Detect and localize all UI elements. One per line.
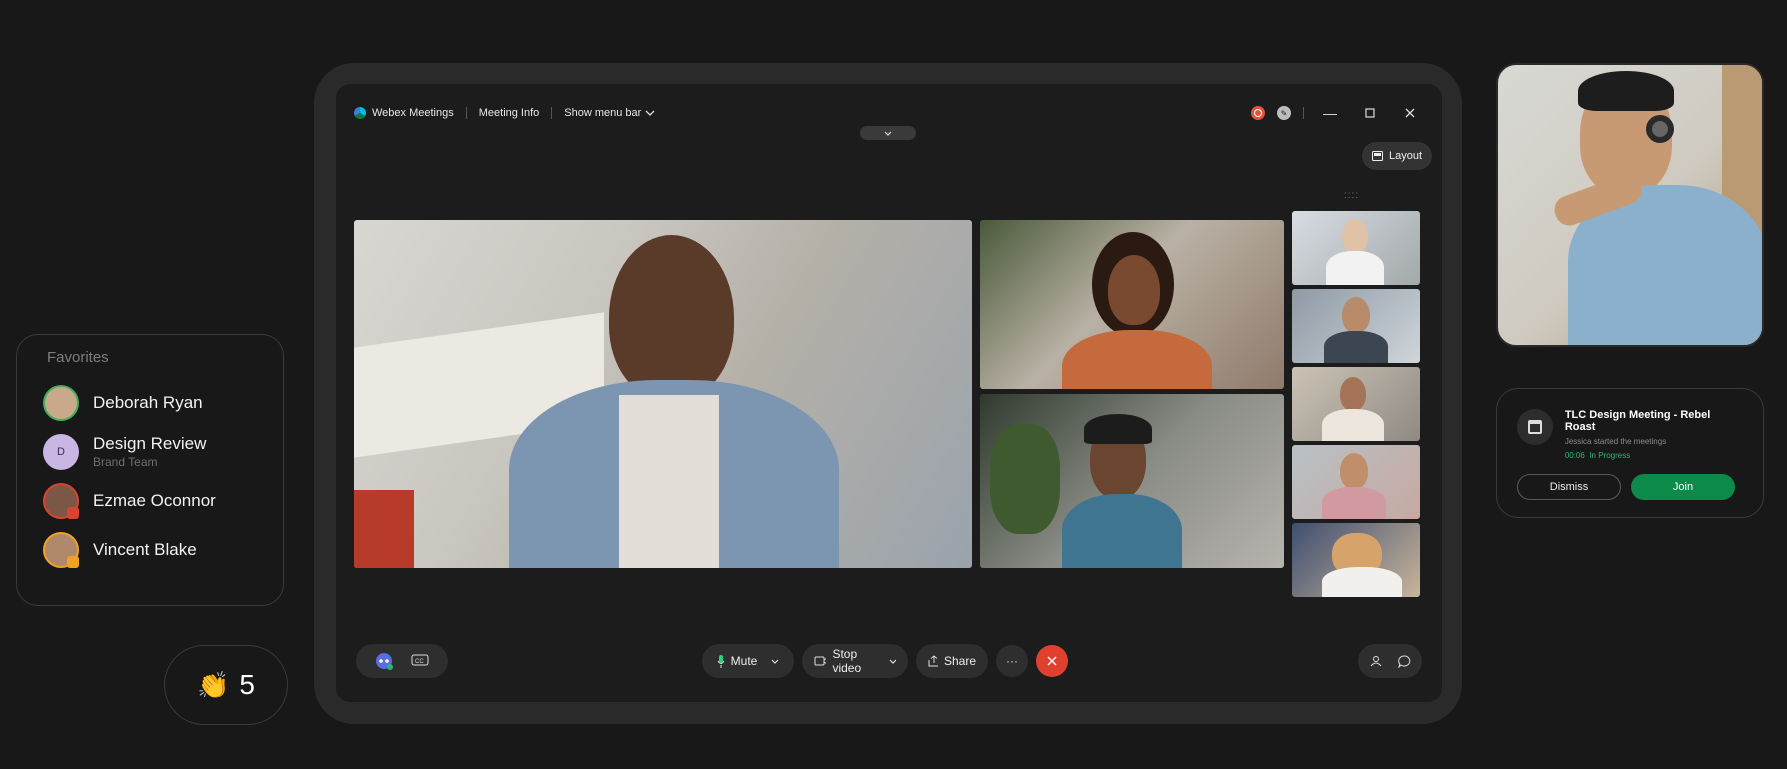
meeting-notification-card: TLC Design Meeting - Rebel Roast Jessica…	[1496, 388, 1764, 518]
webex-logo-icon	[354, 107, 366, 119]
video-camera-icon	[814, 656, 827, 666]
calendar-icon	[1517, 409, 1553, 445]
close-icon	[1405, 108, 1415, 118]
meeting-info-button[interactable]: Meeting Info	[479, 107, 540, 119]
layout-label: Layout	[1388, 150, 1422, 162]
more-icon: ···	[1006, 654, 1018, 668]
end-call-button[interactable]	[1036, 645, 1068, 677]
divider	[551, 107, 553, 119]
closed-captions-icon: CC	[411, 654, 429, 666]
app-title: Webex Meetings	[354, 107, 454, 119]
chevron-down-icon	[889, 659, 896, 664]
show-menu-bar-button[interactable]: Show menu bar	[564, 107, 655, 119]
chat-button[interactable]	[1390, 645, 1418, 677]
avatar	[43, 384, 79, 421]
avatar-initial: D	[57, 445, 65, 458]
collapse-toggle-button[interactable]	[860, 126, 916, 140]
status-badge	[67, 506, 79, 519]
microphone-icon	[717, 654, 725, 668]
favorite-name: Ezmae Oconnor	[93, 490, 216, 510]
participants-button[interactable]	[1362, 645, 1390, 677]
app-name: Webex Meetings	[372, 107, 454, 119]
reaction-badge: 👏 5	[164, 645, 288, 725]
favorite-item[interactable]: Vincent Blake	[41, 525, 259, 574]
favorite-subtitle: Brand Team	[93, 455, 158, 469]
favorite-name: Vincent Blake	[93, 539, 197, 559]
maximize-icon	[1365, 108, 1375, 118]
dismiss-button[interactable]: Dismiss	[1517, 474, 1621, 500]
video-thumbnail[interactable]	[1292, 211, 1420, 285]
layout-button[interactable]: Layout	[1361, 142, 1432, 170]
closed-captions-button[interactable]: CC	[404, 645, 436, 677]
meeting-status-text: In Progress	[1589, 451, 1631, 460]
status-badge	[67, 555, 79, 568]
favorites-panel: Favorites Deborah Ryan D Design Review B…	[16, 334, 284, 606]
meeting-title: TLC Design Meeting - Rebel Roast	[1564, 409, 1711, 433]
meeting-elapsed-time: 00:06	[1564, 451, 1585, 460]
right-controls	[1358, 644, 1422, 678]
minimize-button[interactable]: —	[1316, 103, 1344, 123]
divider	[1303, 107, 1304, 119]
favorite-item[interactable]: Deborah Ryan	[41, 378, 259, 427]
more-options-button[interactable]: ···	[996, 645, 1028, 677]
chevron-down-icon	[645, 110, 655, 116]
video-thumbnail[interactable]	[1292, 367, 1420, 441]
chevron-down-icon	[884, 131, 892, 136]
avatar: D	[43, 433, 79, 470]
video-tile-participant[interactable]	[980, 220, 1284, 389]
favorite-item[interactable]: Ezmae Oconnor	[41, 476, 259, 525]
participants-icon	[1370, 656, 1382, 667]
layout-icon	[1371, 151, 1383, 161]
clapping-hands-icon: 👏	[197, 669, 230, 700]
avatar	[43, 531, 79, 568]
ai-assistant-button[interactable]	[368, 645, 400, 677]
participant-video	[354, 220, 972, 568]
annotate-icon[interactable]: ✎	[1277, 106, 1291, 120]
clap-count: 5	[239, 669, 255, 700]
ai-assistant-icon	[376, 653, 393, 670]
close-icon	[1047, 656, 1057, 666]
divider	[465, 107, 467, 119]
svg-text:CC: CC	[415, 659, 424, 665]
video-tile-participant[interactable]	[980, 394, 1284, 568]
left-controls: CC	[356, 644, 448, 678]
stop-video-label: Stop video	[832, 647, 862, 675]
join-button[interactable]: Join	[1631, 474, 1735, 500]
avatar	[43, 482, 79, 519]
favorite-name: Deborah Ryan	[93, 392, 203, 412]
self-view-video[interactable]	[1496, 63, 1764, 347]
center-controls: Mute Stop video Share ···	[702, 644, 1068, 678]
stop-video-button[interactable]: Stop video	[802, 644, 908, 678]
close-button[interactable]	[1396, 103, 1424, 123]
panel-toggle-group	[1358, 644, 1422, 678]
ai-assistant-group: CC	[356, 644, 448, 678]
mute-label: Mute	[730, 654, 758, 668]
webex-meeting-window: Webex Meetings Meeting Info Show menu ba…	[336, 84, 1442, 702]
meeting-subtitle: Jessica started the meetings	[1564, 437, 1667, 446]
share-label: Share	[943, 654, 976, 668]
recording-icon[interactable]	[1251, 106, 1265, 120]
favorite-item[interactable]: D Design Review Brand Team	[41, 427, 259, 476]
share-button[interactable]: Share	[916, 644, 988, 678]
favorite-name: Design Review	[93, 434, 207, 453]
share-icon	[928, 655, 938, 667]
video-thumbnail[interactable]	[1292, 523, 1420, 597]
maximize-button[interactable]	[1356, 103, 1384, 123]
mute-button[interactable]: Mute	[702, 644, 794, 678]
show-menu-bar-label: Show menu bar	[564, 107, 642, 119]
favorites-title: Favorites	[47, 349, 109, 366]
video-thumbnail[interactable]	[1292, 289, 1420, 363]
video-tile-main[interactable]	[354, 220, 972, 568]
chat-icon	[1397, 654, 1410, 668]
filmstrip-drag-handle[interactable]: ::::	[1344, 190, 1359, 201]
meeting-status: 00:06 In Progress	[1565, 451, 1743, 460]
video-thumbnail[interactable]	[1292, 445, 1420, 519]
chevron-down-icon	[771, 659, 779, 664]
